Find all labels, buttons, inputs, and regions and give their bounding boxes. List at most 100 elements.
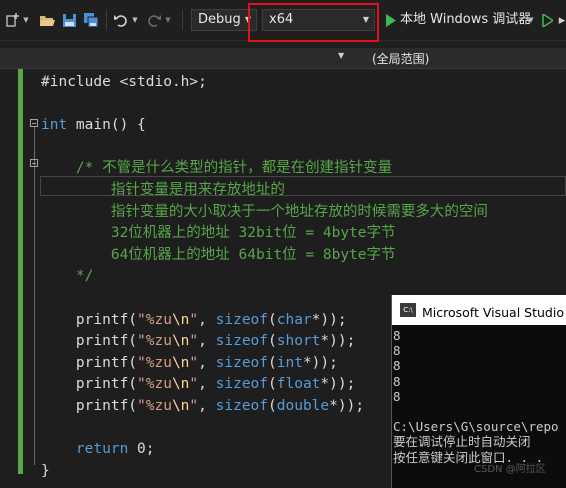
code-token: \n [171, 398, 190, 414]
code-token: " [189, 398, 199, 414]
code-line: printf("%zu\n", sizeof(double*)); [41, 396, 364, 416]
undo-dropdown-icon[interactable]: ▼ [131, 14, 139, 26]
code-line: */ [41, 266, 93, 286]
code-token: double [276, 398, 330, 414]
code-token: \n [171, 333, 190, 350]
code-token: \n [171, 311, 190, 328]
code-line: #include <stdio.h>; [41, 72, 207, 92]
platform-value: x64 [269, 12, 294, 27]
code-token: main() { [67, 117, 146, 134]
outline-guide [34, 167, 35, 285]
code-token: \n [171, 376, 190, 393]
code-token: 0; [128, 441, 155, 458]
code-token: float [276, 376, 321, 393]
open-folder-icon[interactable] [38, 11, 56, 29]
code-token: printf( [41, 333, 138, 350]
undo-icon[interactable] [112, 11, 130, 29]
start-without-debugging-icon[interactable] [540, 12, 554, 28]
code-line: printf("%zu\n", sizeof(short*)); [41, 331, 355, 351]
save-icon[interactable] [60, 11, 78, 29]
redo-icon[interactable] [145, 11, 163, 29]
member-dropdown-icon[interactable]: ▼ [338, 51, 344, 60]
chevron-down-icon: ▼ [362, 15, 369, 24]
code-token: #include <stdio.h>; [41, 74, 207, 90]
code-token: printf( [41, 376, 138, 393]
code-token: " [189, 311, 199, 328]
code-token: sizeof [215, 354, 269, 371]
console-icon: C:\ [400, 303, 416, 317]
code-token: sizeof [215, 311, 269, 328]
code-token: sizeof [215, 376, 269, 393]
toolbar: ▼ ▼ ▼ Debug ▼ x64 ▼ 本地 Windows 调试器 ▼ ▸ [0, 0, 566, 42]
new-project-icon[interactable] [4, 11, 22, 29]
code-token: int [276, 354, 303, 371]
console-line: 8 [393, 358, 401, 374]
code-line: } [41, 461, 50, 481]
code-token: ( [268, 398, 277, 414]
code-token: char [276, 311, 312, 328]
code-token: , [198, 354, 216, 371]
code-token: ( [268, 354, 277, 371]
code-token: 64位机器上的地址 64bit位 = 8byte字节 [41, 246, 396, 263]
toolbar-separator [182, 10, 183, 30]
code-token: sizeof [215, 398, 269, 414]
console-line: 8 [393, 373, 401, 389]
code-token: ( [268, 311, 277, 328]
code-token: printf( [41, 311, 138, 328]
code-line: return 0; [41, 439, 155, 459]
code-line: /* 不管是什么类型的指针，都是在创建指针变量 [41, 158, 392, 178]
code-line: 指针变量是用来存放地址的 [41, 180, 285, 200]
console-line: 要在调试停止时自动关闭 [393, 434, 531, 450]
scope-select[interactable]: (全局范围) [372, 50, 429, 67]
code-token: " [189, 354, 199, 371]
configuration-value: Debug [198, 12, 241, 27]
code-token: } [41, 462, 50, 479]
toolbar-separator [106, 10, 107, 30]
code-token: "%zu [137, 333, 172, 350]
code-token: \n [171, 354, 190, 371]
code-token: , [198, 376, 216, 393]
start-debugging-icon[interactable] [383, 12, 397, 28]
code-token: , [198, 398, 216, 414]
performance-icon[interactable]: ▸ [558, 12, 566, 28]
redo-dropdown-icon[interactable]: ▼ [164, 14, 172, 26]
code-token: *)); [302, 354, 338, 371]
code-line: printf("%zu\n", sizeof(int*)); [41, 353, 338, 373]
save-all-icon[interactable] [82, 11, 100, 29]
code-token: "%zu [137, 311, 172, 328]
configuration-select[interactable]: Debug ▼ [191, 9, 257, 31]
code-token: 指针变量是用来存放地址的 [41, 182, 285, 198]
console-line: 8 [393, 343, 401, 359]
code-token: printf( [41, 398, 138, 414]
code-token: " [189, 376, 199, 393]
console-title: Microsoft Visual Studio 调 [422, 305, 566, 320]
start-dropdown-icon[interactable]: ▼ [527, 14, 535, 26]
new-project-dropdown-icon[interactable]: ▼ [22, 14, 30, 26]
change-tracking-bar [18, 69, 23, 474]
chevron-down-icon: ▼ [244, 15, 251, 24]
console-line: C:\Users\G\source\repo [393, 419, 559, 435]
code-token: return [41, 441, 129, 458]
code-line: printf("%zu\n", sizeof(float*)); [41, 374, 355, 394]
console-line: 8 [393, 328, 401, 343]
code-token: "%zu [137, 398, 172, 414]
code-token: /* 不管是什么类型的指针，都是在创建指针变量 [41, 160, 393, 177]
start-debugging-button[interactable]: 本地 Windows 调试器 [400, 10, 531, 30]
code-token: *)); [311, 311, 347, 328]
code-token: sizeof [215, 333, 269, 350]
code-token: 32位机器上的地址 32bit位 = 4byte字节 [41, 225, 396, 242]
code-token: "%zu [137, 354, 172, 371]
code-token: ( [268, 376, 277, 393]
collapse-icon[interactable] [30, 119, 38, 127]
code-token: ( [268, 333, 277, 350]
code-line: 指针变量的大小取决于一个地址存放的时候需要多大的空间 [41, 202, 488, 222]
console-titlebar[interactable]: C:\ Microsoft Visual Studio 调 [392, 295, 566, 325]
code-token: int [41, 117, 68, 134]
code-line: 64位机器上的地址 64bit位 = 8byte字节 [41, 245, 396, 265]
code-token: *)); [320, 333, 356, 350]
collapse-icon[interactable] [30, 159, 38, 167]
platform-select[interactable]: x64 ▼ [262, 9, 375, 31]
code-token: printf( [41, 354, 138, 371]
watermark: CSDN @阿拉区 [474, 464, 546, 475]
code-line: int main() { [41, 115, 146, 135]
